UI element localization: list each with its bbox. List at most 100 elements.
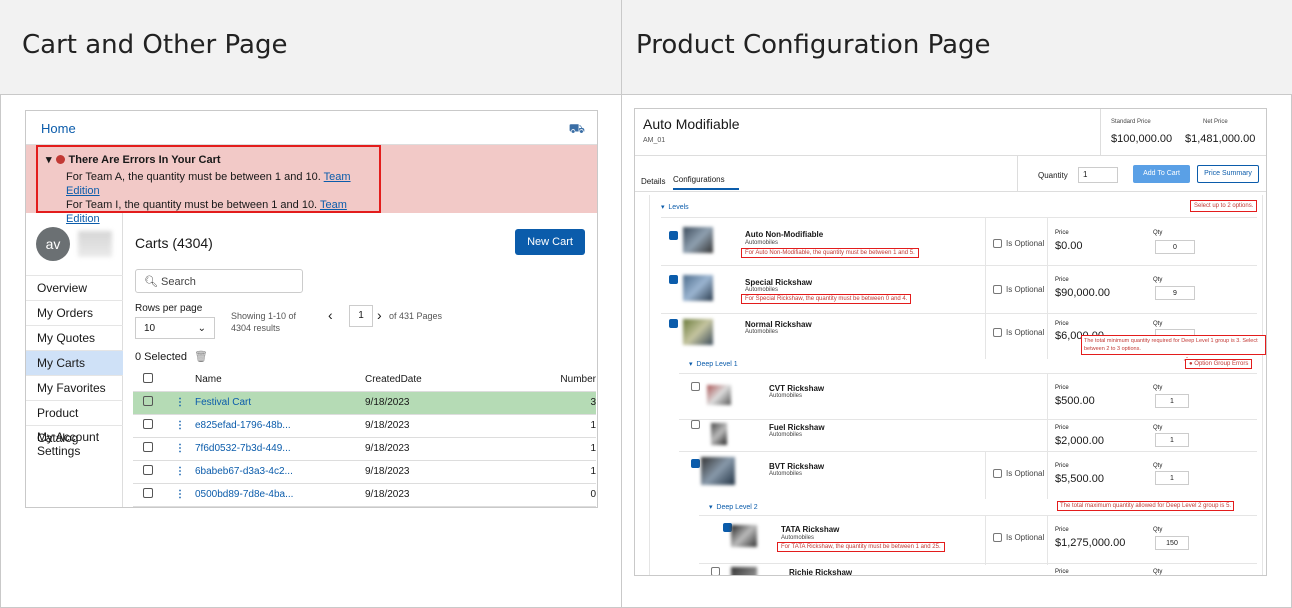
add-to-cart-button[interactable]: Add To Cart bbox=[1133, 165, 1190, 183]
qty-input[interactable]: 0 bbox=[1155, 240, 1195, 254]
cart-name-link[interactable]: 6babeb67-d3a3-4c2... bbox=[195, 460, 365, 484]
table-row[interactable]: ⋮ 6babeb67-d3a3-4c2... 9/18/2023 1 bbox=[133, 460, 596, 484]
col-number[interactable]: Number bbox=[505, 368, 596, 392]
nav-my-account-settings[interactable]: My Account Settings bbox=[26, 425, 123, 463]
item-checkbox[interactable] bbox=[691, 459, 700, 468]
deep-level-2-error: The total maximum quantity allowed for D… bbox=[1057, 501, 1235, 511]
avatar[interactable]: av bbox=[36, 227, 70, 261]
tab-details[interactable]: Details bbox=[641, 177, 665, 186]
row-checkbox[interactable] bbox=[143, 488, 153, 498]
item-checkbox[interactable] bbox=[691, 420, 700, 429]
item-price: $0.00 bbox=[1055, 240, 1083, 252]
table-row[interactable]: ⋮ e825efad-1796-48b... 9/18/2023 1 bbox=[133, 414, 596, 438]
row-checkbox[interactable] bbox=[143, 396, 153, 406]
error-icon: ● bbox=[1189, 361, 1193, 367]
error-icon bbox=[55, 155, 65, 164]
item-name: CVT Rickshaw bbox=[769, 384, 825, 393]
qty-input[interactable]: 1 bbox=[1155, 471, 1189, 485]
trash-icon[interactable]: 🗑︎ bbox=[194, 350, 208, 363]
deep-level-2-toggle[interactable]: ▾ Deep Level 2 bbox=[709, 503, 758, 511]
product-image bbox=[731, 567, 757, 575]
col-name[interactable]: Name bbox=[195, 368, 365, 392]
row-checkbox[interactable] bbox=[143, 465, 153, 475]
error-title-row[interactable]: ▾ There Are Errors In Your Cart bbox=[46, 153, 371, 166]
item-checkbox[interactable] bbox=[669, 319, 678, 328]
home-link[interactable]: Home bbox=[41, 121, 76, 136]
item-checkbox[interactable] bbox=[711, 567, 720, 575]
item-checkbox[interactable] bbox=[669, 231, 678, 240]
cart-name-link[interactable]: 7f6d0532-7b3d-449... bbox=[195, 437, 365, 461]
row-actions-icon[interactable]: ⋮ bbox=[155, 460, 195, 484]
cart-name-link[interactable]: Festival Cart bbox=[195, 391, 365, 415]
item-checkbox[interactable] bbox=[691, 382, 700, 391]
col-createddate[interactable]: CreatedDate bbox=[365, 368, 505, 392]
qty-label: Qty bbox=[1153, 277, 1163, 283]
qty-input[interactable]: 9 bbox=[1155, 286, 1195, 300]
quantity-label: Quantity bbox=[1038, 171, 1068, 180]
option-group-errors[interactable]: ● Option Group Errors bbox=[1185, 359, 1253, 369]
row-actions-icon[interactable]: ⋮ bbox=[155, 391, 195, 415]
price-summary-button[interactable]: Price Summary bbox=[1197, 165, 1259, 183]
qty-label: Qty bbox=[1153, 321, 1163, 327]
nav-my-quotes[interactable]: My Quotes bbox=[26, 325, 123, 350]
is-optional[interactable]: Is Optional bbox=[993, 533, 1044, 542]
rows-per-page-select[interactable]: 10 ⌄ bbox=[135, 317, 215, 339]
cart-name-link[interactable]: e825efad-1796-48b... bbox=[195, 414, 365, 438]
next-page-icon[interactable]: › bbox=[377, 307, 382, 323]
item-name: TATA Rickshaw bbox=[781, 525, 840, 534]
nav-my-carts[interactable]: My Carts bbox=[26, 350, 123, 375]
is-optional[interactable]: Is Optional bbox=[993, 285, 1044, 294]
is-optional-label: Is Optional bbox=[1006, 239, 1045, 248]
is-optional-checkbox[interactable] bbox=[993, 533, 1002, 542]
qty-input[interactable]: 1 bbox=[1155, 433, 1189, 447]
is-optional[interactable]: Is Optional bbox=[993, 469, 1044, 478]
select-all-checkbox[interactable] bbox=[143, 372, 153, 383]
prev-page-icon[interactable]: ‹ bbox=[328, 307, 333, 323]
row-actions-icon[interactable]: ⋮ bbox=[155, 483, 195, 507]
is-optional-checkbox[interactable] bbox=[993, 239, 1002, 248]
table-row[interactable]: ⋮ 7f6d0532-7b3d-449... 9/18/2023 1 bbox=[133, 437, 596, 461]
divider bbox=[635, 191, 1266, 192]
price-label: Price bbox=[1055, 277, 1069, 283]
product-image bbox=[683, 319, 713, 345]
cart-number: 0 bbox=[505, 483, 596, 507]
tab-configurations[interactable]: Configurations bbox=[673, 175, 739, 190]
is-optional-label: Is Optional bbox=[1006, 328, 1045, 337]
cart-icon[interactable]: ⛟ bbox=[569, 121, 585, 139]
nav-my-favorites[interactable]: My Favorites bbox=[26, 375, 123, 400]
is-optional-checkbox[interactable] bbox=[993, 285, 1002, 294]
row-checkbox[interactable] bbox=[143, 419, 153, 429]
deep-level-1-label: Deep Level 1 bbox=[696, 361, 738, 368]
item-error: For Special Rickshaw, the quantity must … bbox=[741, 294, 912, 304]
is-optional-checkbox[interactable] bbox=[993, 328, 1002, 337]
is-optional[interactable]: Is Optional bbox=[993, 239, 1044, 248]
nav-overview[interactable]: Overview bbox=[26, 275, 123, 300]
qty-input[interactable]: 1 bbox=[1155, 394, 1189, 408]
table-row[interactable]: ⋮ Festival Cart 9/18/2023 3 bbox=[133, 391, 596, 415]
table-row[interactable]: ⋮ 0500bd89-7d8e-4ba... 9/18/2023 0 bbox=[133, 483, 596, 507]
row-checkbox[interactable] bbox=[143, 442, 153, 452]
page-input[interactable]: 1 bbox=[349, 305, 373, 327]
row-actions-icon[interactable]: ⋮ bbox=[155, 414, 195, 438]
row-actions-icon[interactable]: ⋮ bbox=[155, 437, 195, 461]
price-label: Price bbox=[1055, 425, 1069, 431]
qty-label: Qty bbox=[1153, 463, 1163, 469]
qty-input[interactable]: 150 bbox=[1155, 536, 1189, 550]
is-optional[interactable]: Is Optional bbox=[993, 328, 1044, 337]
std-price: $100,000.00 bbox=[1111, 133, 1173, 145]
error-box: ▾ There Are Errors In Your Cart For Team … bbox=[36, 145, 381, 225]
item-name: BVT Rickshaw bbox=[769, 462, 825, 471]
is-optional-label: Is Optional bbox=[1006, 285, 1045, 294]
cart-name-link[interactable]: 0500bd89-7d8e-4ba... bbox=[195, 483, 365, 507]
qty-label: Qty bbox=[1153, 385, 1163, 391]
deep-level-1-toggle[interactable]: ▾ Deep Level 1 bbox=[689, 360, 738, 368]
item-checkbox[interactable] bbox=[669, 275, 678, 284]
is-optional-checkbox[interactable] bbox=[993, 469, 1002, 478]
quantity-input[interactable]: 1 bbox=[1078, 167, 1118, 183]
levels-toggle[interactable]: ▾ Levels bbox=[661, 203, 689, 211]
new-cart-button[interactable]: New Cart bbox=[515, 229, 585, 255]
divider bbox=[635, 155, 1266, 156]
nav-my-orders[interactable]: My Orders bbox=[26, 300, 123, 325]
nav-product-catalog[interactable]: Product Catalog bbox=[26, 400, 123, 445]
search-input[interactable]: 🔍︎ Search bbox=[135, 269, 303, 293]
